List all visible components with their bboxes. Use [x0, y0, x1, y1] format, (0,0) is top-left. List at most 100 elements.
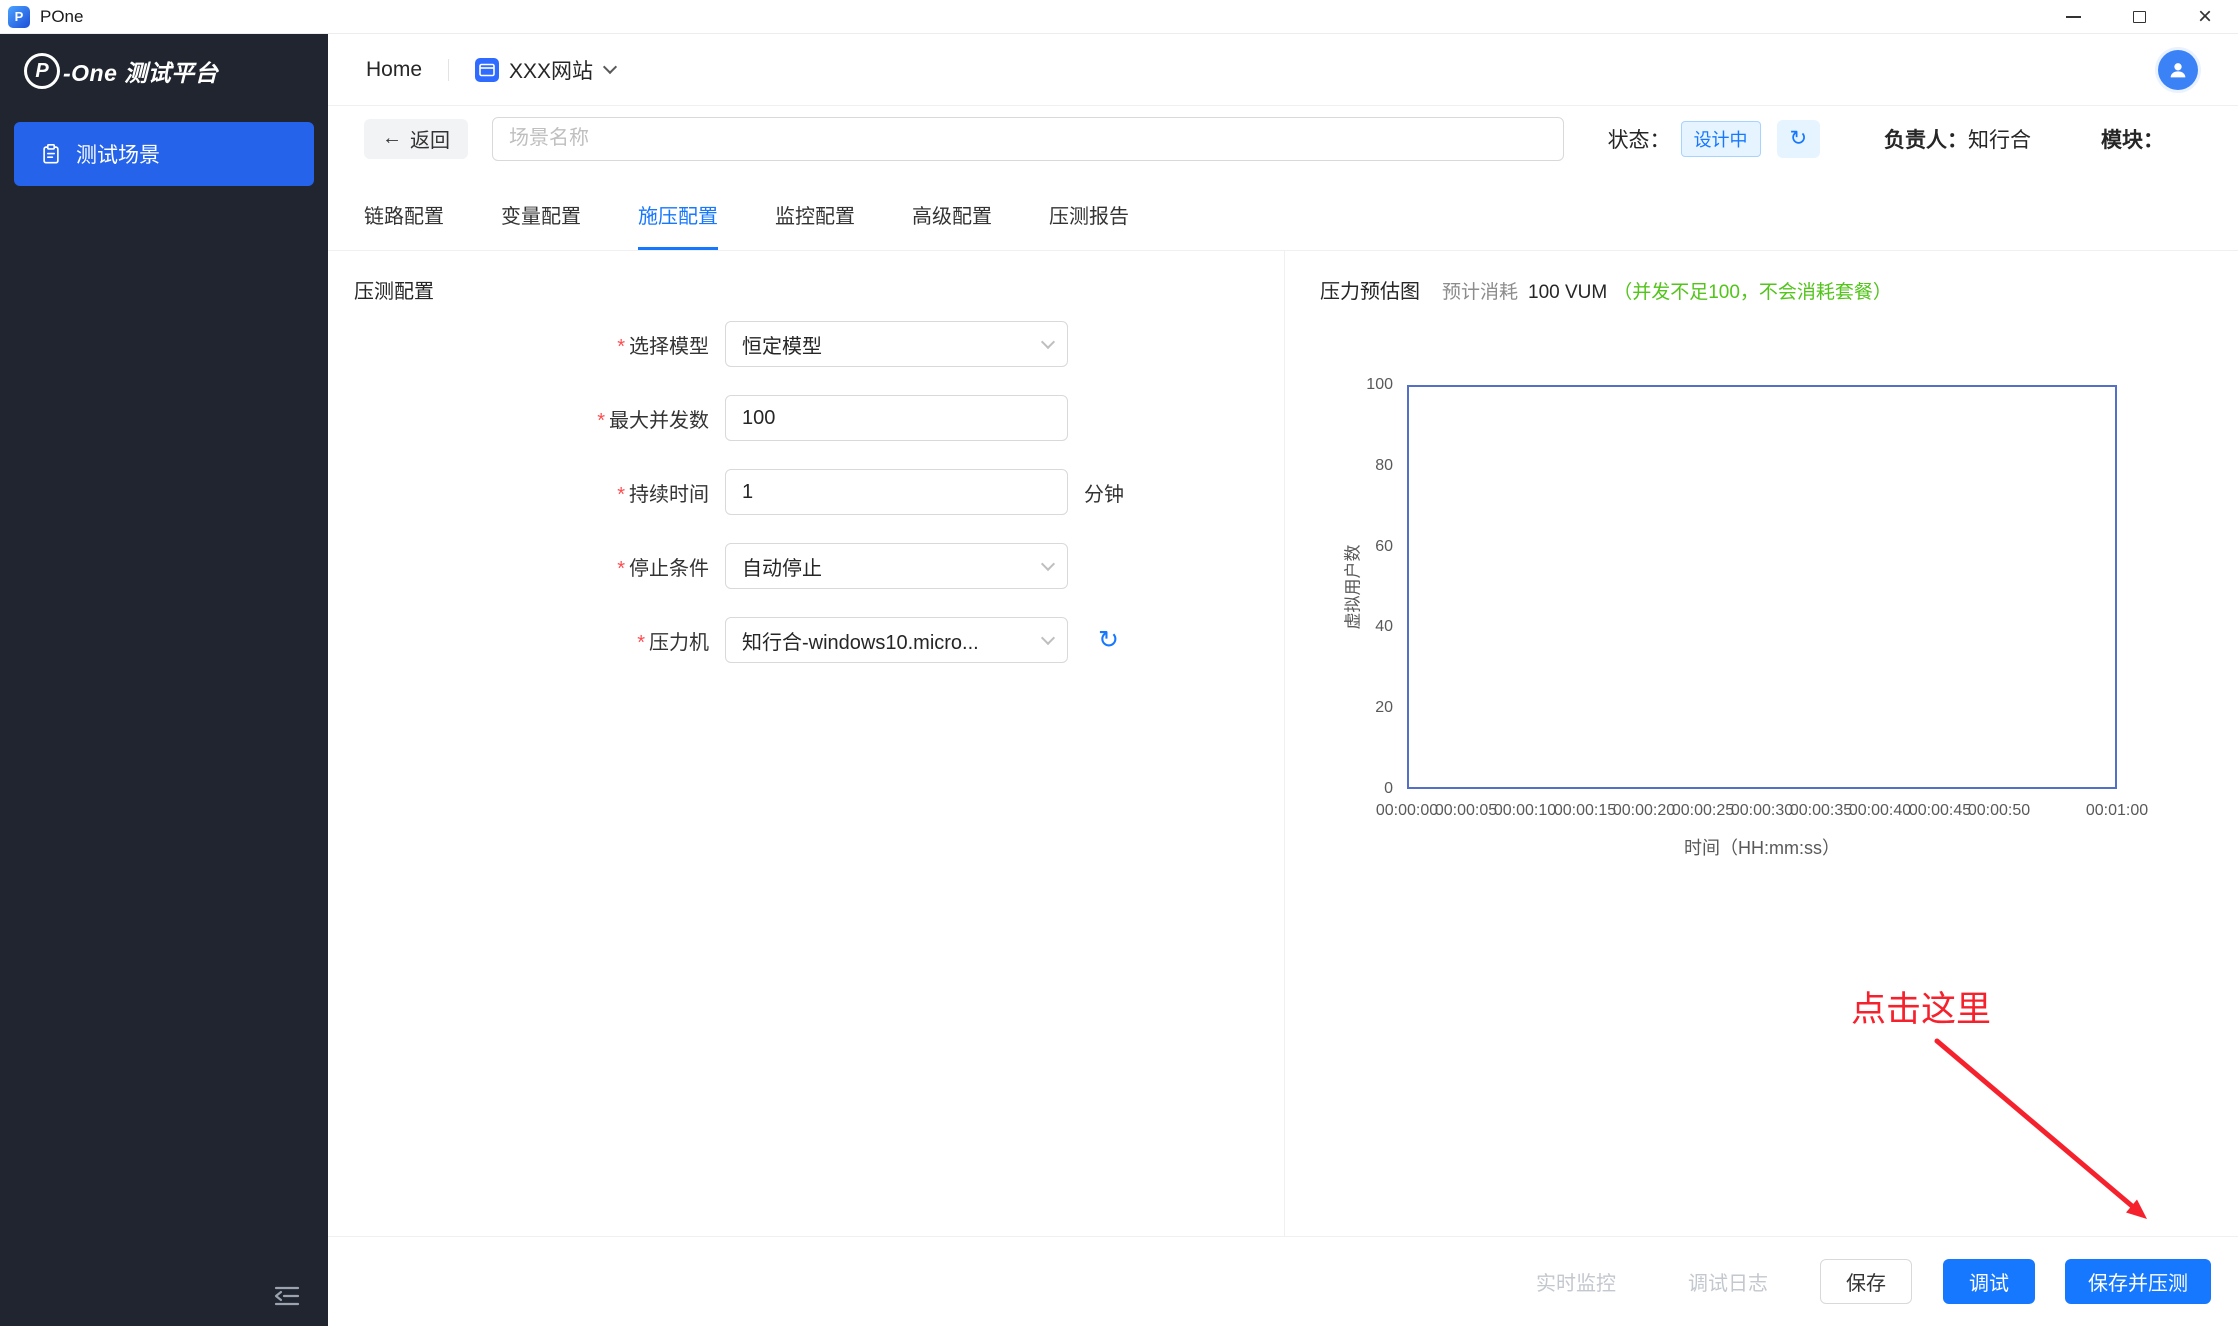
field-label: *最大并发数 [328, 404, 709, 433]
main-area: Home XXX网站 ← 返回 状态： 设计中 ↻ [328, 34, 2238, 1326]
y-tick: 80 [1313, 457, 1393, 475]
y-tick: 100 [1313, 376, 1393, 394]
form-row-stop-condition: *停止条件 自动停止 [328, 543, 1284, 589]
logo-circle-icon: P [24, 53, 60, 89]
field-label-text: 选择模型 [629, 336, 709, 358]
chart-plot-area [1407, 385, 2117, 789]
site-selector[interactable]: XXX网站 [475, 55, 615, 85]
refresh-status-button[interactable]: ↻ [1777, 120, 1820, 158]
app-header: Home XXX网站 [328, 34, 2238, 106]
realtime-monitor-link[interactable]: 实时监控 [1536, 1267, 1616, 1296]
sidebar-item-test-scenarios[interactable]: 测试场景 [14, 122, 314, 186]
x-tick: 00:00:15 [1554, 802, 1616, 820]
save-button[interactable]: 保存 [1820, 1259, 1912, 1304]
status-badge: 设计中 [1681, 121, 1761, 157]
debug-log-link[interactable]: 调试日志 [1688, 1267, 1768, 1296]
status-label: 状态： [1608, 124, 1671, 154]
red-arrow-annotation [1925, 1029, 2165, 1239]
collapse-sidebar-button[interactable] [272, 1281, 302, 1316]
pressure-config-panel: 压测配置 *选择模型 恒定模型 *最大并发数 *持续时间 [328, 251, 1285, 1236]
tab-link-config[interactable]: 链路配置 [364, 171, 444, 250]
required-asterisk: * [617, 336, 625, 358]
owner-label: 负责人： [1884, 129, 1968, 152]
maximize-button[interactable] [2106, 0, 2172, 33]
minimize-icon [2066, 16, 2081, 18]
y-tick: 20 [1313, 699, 1393, 717]
form-row-duration: *持续时间 分钟 [328, 469, 1284, 515]
person-icon [2167, 59, 2189, 81]
action-footer: 实时监控 调试日志 保存 调试 保存并压测 [328, 1236, 2238, 1326]
site-name: XXX网站 [509, 55, 593, 85]
x-tick: 00:00:40 [1849, 802, 1911, 820]
close-icon: × [2198, 5, 2212, 29]
x-tick: 00:00:50 [1968, 802, 2030, 820]
max-concurrency-input[interactable] [725, 395, 1068, 441]
module-label: 模块： [2101, 124, 2164, 154]
x-tick: 00:01:00 [2086, 802, 2148, 820]
x-tick: 00:00:10 [1494, 802, 1556, 820]
window-titlebar: P POne × [0, 0, 2238, 34]
stop-condition-select[interactable]: 自动停止 [725, 543, 1068, 589]
x-tick: 00:00:25 [1672, 802, 1734, 820]
y-tick: 0 [1313, 780, 1393, 798]
window-controls: × [2040, 0, 2238, 33]
site-icon [475, 58, 499, 82]
x-tick: 00:00:45 [1909, 802, 1971, 820]
refresh-icon: ↻ [1098, 626, 1119, 654]
close-button[interactable]: × [2172, 0, 2238, 33]
back-label: 返回 [410, 124, 450, 153]
model-select[interactable]: 恒定模型 [725, 321, 1068, 367]
scene-name-input[interactable] [492, 117, 1564, 161]
field-label: *压力机 [328, 626, 709, 655]
back-button[interactable]: ← 返回 [364, 119, 468, 159]
x-tick: 00:00:35 [1790, 802, 1852, 820]
required-asterisk: * [617, 558, 625, 580]
field-label-text: 最大并发数 [609, 410, 709, 432]
pressure-machine-select[interactable]: 知行合-windows10.micro... [725, 617, 1068, 663]
form-row-max-concurrency: *最大并发数 [328, 395, 1284, 441]
model-select-value: 恒定模型 [742, 330, 822, 359]
app-logo-icon: P [8, 6, 30, 28]
tab-pressure-config[interactable]: 施压配置 [638, 171, 718, 250]
chevron-down-icon [1041, 630, 1055, 644]
maximize-icon [2133, 11, 2146, 23]
window-title: POne [40, 7, 83, 27]
breadcrumb-divider [448, 59, 449, 81]
refresh-icon: ↻ [1789, 126, 1807, 151]
config-tabs: 链路配置 变量配置 施压配置 监控配置 高级配置 压测报告 [328, 171, 2238, 251]
breadcrumb-home[interactable]: Home [366, 58, 422, 82]
x-tick: 00:00:20 [1613, 802, 1675, 820]
app-logo: P -One 测试平台 [0, 34, 328, 108]
required-asterisk: * [637, 632, 645, 654]
duration-unit-label: 分钟 [1084, 478, 1124, 507]
tab-test-report[interactable]: 压测报告 [1049, 171, 1129, 250]
chevron-down-icon [603, 59, 617, 73]
sidebar-item-label: 测试场景 [76, 139, 160, 169]
required-asterisk: * [617, 484, 625, 506]
refresh-machine-button[interactable]: ↻ [1098, 625, 1119, 655]
x-axis-title: 时间（HH:mm:ss） [1684, 834, 1840, 860]
logo-text: -One 测试平台 [63, 54, 218, 88]
field-label: *选择模型 [328, 330, 709, 359]
stop-condition-value: 自动停止 [742, 552, 822, 581]
app-logo-letter: P [15, 9, 24, 24]
form-row-model: *选择模型 恒定模型 [328, 321, 1284, 367]
pressure-estimate-panel: 压力预估图 预计消耗 100 VUM （并发不足100，不会消耗套餐） 100 … [1285, 251, 2238, 1236]
duration-input[interactable] [725, 469, 1068, 515]
required-asterisk: * [597, 410, 605, 432]
scene-toolbar: ← 返回 状态： 设计中 ↻ 负责人：知行合 模块： [328, 106, 2238, 171]
tab-variable-config[interactable]: 变量配置 [501, 171, 581, 250]
save-and-run-button[interactable]: 保存并压测 [2065, 1259, 2211, 1304]
tab-monitor-config[interactable]: 监控配置 [775, 171, 855, 250]
debug-button[interactable]: 调试 [1943, 1259, 2035, 1304]
x-tick: 00:00:00 [1376, 802, 1438, 820]
field-label: *持续时间 [328, 478, 709, 507]
pressure-machine-value: 知行合-windows10.micro... [742, 626, 979, 655]
tab-advanced-config[interactable]: 高级配置 [912, 171, 992, 250]
field-label-text: 持续时间 [629, 484, 709, 506]
menu-fold-icon [272, 1281, 302, 1311]
clipboard-icon [40, 143, 62, 165]
back-arrow-icon: ← [382, 127, 402, 150]
user-avatar[interactable] [2158, 50, 2198, 90]
minimize-button[interactable] [2040, 0, 2106, 33]
